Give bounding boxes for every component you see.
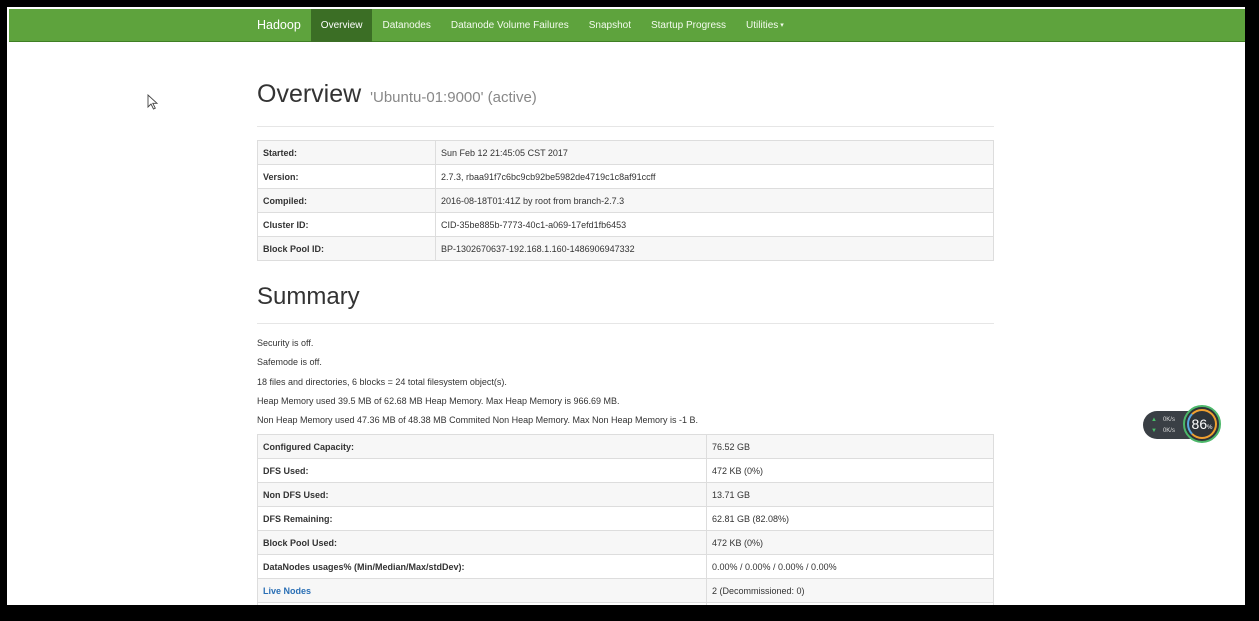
nav-utilities-dropdown[interactable]: Utilities ▾: [736, 9, 794, 42]
table-row: Started: Sun Feb 12 21:45:05 CST 2017: [257, 140, 994, 165]
summary-table: Configured Capacity: 76.52 GB DFS Used: …: [257, 434, 994, 605]
navbar-menu: Hadoop Overview Datanodes Datanode Volum…: [249, 9, 794, 42]
chevron-down-icon: ▾: [780, 22, 784, 29]
row-key: DataNodes usages% (Min/Median/Max/stdDev…: [257, 554, 707, 579]
nav-datanode-volume-failures[interactable]: Datanode Volume Failures: [441, 9, 579, 42]
arrow-down-icon: ▼: [1151, 428, 1157, 434]
safemode-status: Safemode is off.: [257, 357, 322, 367]
row-key: Compiled:: [257, 188, 436, 213]
row-key: Cluster ID:: [257, 212, 436, 237]
live-nodes-link[interactable]: Live Nodes: [263, 586, 311, 596]
overview-table: Started: Sun Feb 12 21:45:05 CST 2017 Ve…: [257, 140, 994, 261]
row-value: 76.52 GB: [706, 434, 994, 459]
table-row: Version: 2.7.3, rbaa91f7c6bc9cb92be5982d…: [257, 164, 994, 189]
row-value: CID-35be885b-7773-40c1-a069-17efd1fb6453: [435, 212, 994, 237]
nav-utilities-label: Utilities: [746, 20, 779, 31]
row-value: 472 KB (0%): [706, 458, 994, 483]
download-speed: ▼ 0K/s: [1151, 428, 1175, 434]
gauge-percent: 86: [1191, 416, 1208, 432]
row-key: Version:: [257, 164, 436, 189]
download-speed-value: 0K/s: [1162, 428, 1175, 434]
browser-viewport: Hadoop Overview Datanodes Datanode Volum…: [7, 7, 1245, 605]
nav-snapshot[interactable]: Snapshot: [579, 9, 641, 42]
table-row: Cluster ID: CID-35be885b-7773-40c1-a069-…: [257, 212, 994, 237]
row-key: Block Pool Used:: [257, 530, 707, 555]
gauge-value: 86%: [1185, 416, 1219, 432]
row-key: Configured Capacity:: [257, 434, 707, 459]
row-value: 472 KB (0%): [706, 530, 994, 555]
nav-datanodes[interactable]: Datanodes: [372, 9, 440, 42]
live-nodes-cell: Live Nodes: [257, 578, 707, 603]
row-value: 2 (Decommissioned: 0): [706, 578, 994, 603]
table-row: [257, 602, 994, 605]
overview-title: Overview: [257, 80, 362, 108]
gauge-percent-sign: %: [1207, 425, 1213, 431]
row-key: DFS Used:: [257, 458, 707, 483]
row-value: Sun Feb 12 21:45:05 CST 2017: [435, 140, 994, 165]
table-row: DFS Used: 472 KB (0%): [257, 458, 994, 483]
window-frame: Hadoop Overview Datanodes Datanode Volum…: [0, 0, 1259, 621]
table-row: Live Nodes 2 (Decommissioned: 0): [257, 578, 994, 603]
row-key: Started:: [257, 140, 436, 165]
memory-usage-gauge: 86%: [1183, 405, 1221, 443]
nav-overview[interactable]: Overview: [310, 9, 373, 42]
namenode-address: 'Ubuntu-01:9000' (active): [370, 89, 537, 106]
table-row: DFS Remaining: 62.81 GB (82.08%): [257, 506, 994, 531]
divider: [257, 323, 994, 324]
table-row: DataNodes usages% (Min/Median/Max/stdDev…: [257, 554, 994, 579]
arrow-up-icon: ▲: [1151, 417, 1157, 423]
upload-speed-value: 0K/s: [1162, 417, 1175, 423]
security-status: Security is off.: [257, 338, 314, 348]
non-heap-memory: Non Heap Memory used 47.36 MB of 48.38 M…: [257, 415, 699, 425]
heap-memory: Heap Memory used 39.5 MB of 62.68 MB Hea…: [257, 396, 620, 406]
brand-link[interactable]: Hadoop: [249, 9, 311, 42]
top-navbar: Hadoop Overview Datanodes Datanode Volum…: [9, 9, 1245, 42]
table-row: Non DFS Used: 13.71 GB: [257, 482, 994, 507]
table-row: Configured Capacity: 76.52 GB: [257, 434, 994, 459]
overview-heading: Overview 'Ubuntu-01:9000' (active): [257, 80, 537, 109]
network-speed-widget[interactable]: ▲ 0K/s ▼ 0K/s 86%: [1143, 405, 1221, 445]
row-value: 2016-08-18T01:41Z by root from branch-2.…: [435, 188, 994, 213]
nav-startup-progress[interactable]: Startup Progress: [641, 9, 736, 42]
row-value: BP-1302670637-192.168.1.160-148690694733…: [435, 236, 994, 261]
table-row: Compiled: 2016-08-18T01:41Z by root from…: [257, 188, 994, 213]
row-key: Block Pool ID:: [257, 236, 436, 261]
row-key: Non DFS Used:: [257, 482, 707, 507]
table-row: Block Pool Used: 472 KB (0%): [257, 530, 994, 555]
row-value: 0.00% / 0.00% / 0.00% / 0.00%: [706, 554, 994, 579]
table-row: Block Pool ID: BP-1302670637-192.168.1.1…: [257, 236, 994, 261]
row-value: 62.81 GB (82.08%): [706, 506, 994, 531]
row-value: 13.71 GB: [706, 482, 994, 507]
row-key: DFS Remaining:: [257, 506, 707, 531]
mouse-pointer-icon: [147, 94, 159, 110]
summary-heading: Summary: [257, 283, 360, 310]
row-key: [257, 602, 707, 605]
divider: [257, 126, 994, 127]
row-value: 2.7.3, rbaa91f7c6bc9cb92be5982de4719c1c8…: [435, 164, 994, 189]
row-value: [706, 602, 994, 605]
filesystem-objects: 18 files and directories, 6 blocks = 24 …: [257, 377, 507, 387]
upload-speed: ▲ 0K/s: [1151, 417, 1175, 423]
